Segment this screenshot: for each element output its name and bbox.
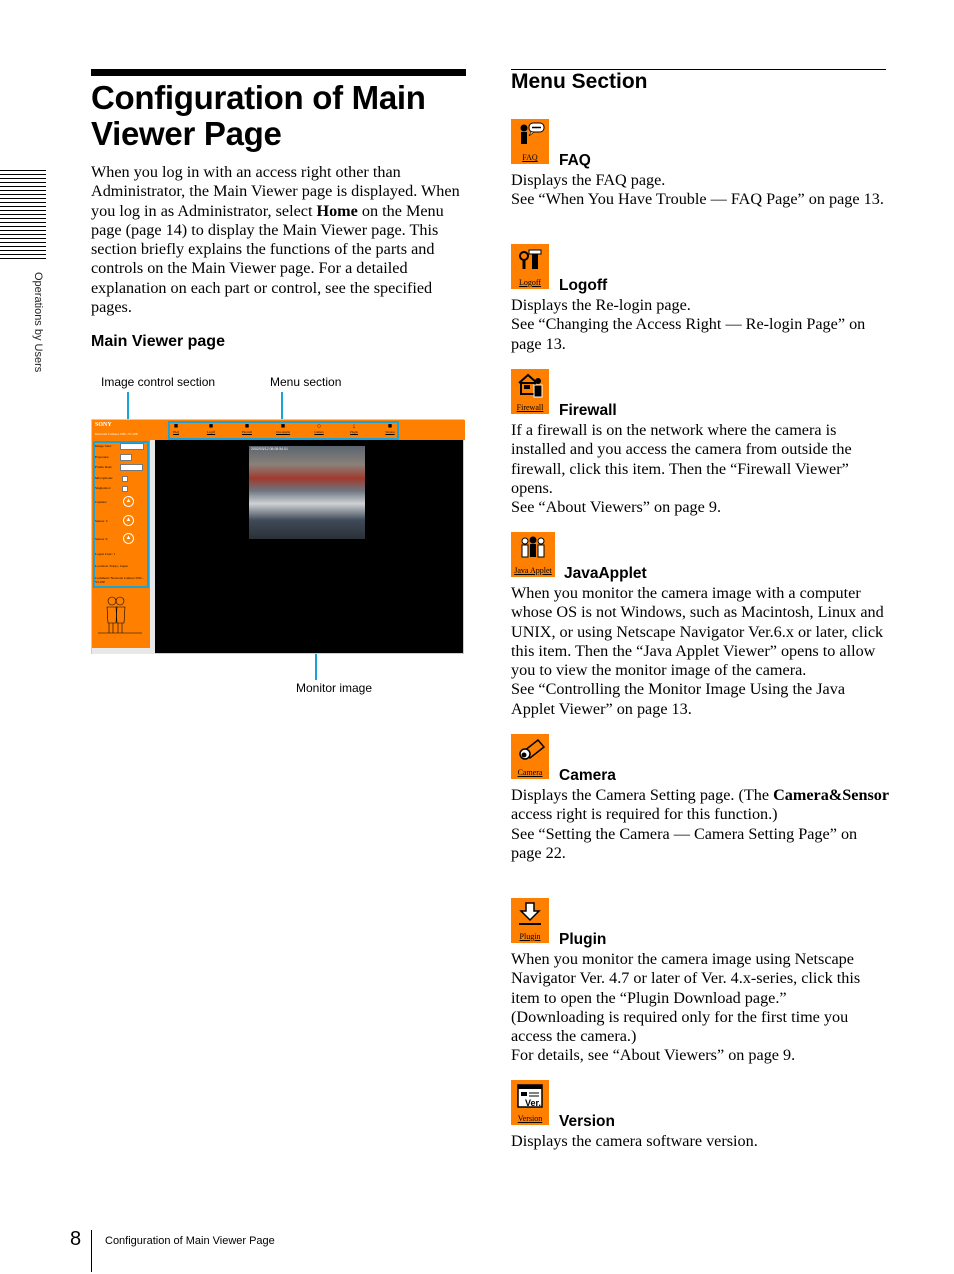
footer-rule bbox=[91, 1230, 92, 1272]
callout-line-menu bbox=[281, 392, 283, 421]
logoff-icon: Logoff bbox=[511, 244, 549, 289]
plugin-icon-label: Plugin bbox=[519, 932, 541, 941]
camera-icon: Camera bbox=[511, 734, 549, 779]
callout-image-control: Image control section bbox=[101, 375, 216, 389]
comment-text: Comment: Network Camera SNC-VL10P bbox=[95, 576, 144, 584]
version-icon: Ver. Version bbox=[511, 1080, 549, 1125]
control-singleshot-checkbox bbox=[122, 486, 128, 492]
java-applet-icon: Java Applet bbox=[511, 532, 555, 577]
mini-menu-camera: ○ Camera bbox=[314, 422, 324, 434]
page-title: Configuration of Main Viewer Page bbox=[91, 79, 426, 152]
faq-icon-label: FAQ bbox=[522, 153, 538, 162]
mini-menu-java-applet: ■ Java Applet bbox=[276, 422, 291, 434]
logoff-description: Displays the Re-login page. See “Changin… bbox=[511, 296, 866, 353]
running-footer-title: Configuration of Main Viewer Page bbox=[105, 1235, 275, 1247]
capture-button-icon: ▲ bbox=[123, 496, 134, 507]
location-text: Location: Tokyo, Japan bbox=[95, 564, 128, 568]
mini-menu-logoff: ■ Logoff bbox=[206, 422, 216, 434]
figure-horizontal-scrollbar bbox=[92, 648, 155, 654]
mini-menu-version: ■ Version bbox=[385, 422, 395, 434]
firewall-icon-label: Firewall bbox=[516, 403, 544, 412]
callout-line-image-control bbox=[127, 392, 129, 421]
plugin-description: When you monitor the camera image using … bbox=[511, 950, 861, 1065]
section-tab-bars bbox=[0, 170, 46, 260]
logon-user-text: Logon User: 1 bbox=[95, 552, 116, 556]
version-icon-label: Version bbox=[517, 1114, 543, 1123]
people-illustration-icon bbox=[98, 596, 142, 634]
subheading-main-viewer: Main Viewer page bbox=[91, 333, 225, 350]
sensor1-bell-icon: ▲ bbox=[123, 515, 134, 526]
control-capture-label: Capture: bbox=[95, 500, 108, 504]
control-image-size-select bbox=[120, 443, 144, 450]
intro-paragraph: When you log in with an access right oth… bbox=[91, 163, 471, 317]
version-heading: Version bbox=[559, 1113, 615, 1130]
faq-description: Displays the FAQ page. See “When You Hav… bbox=[511, 171, 884, 209]
callout-menu: Menu section bbox=[270, 375, 342, 389]
control-exposure-label: Exposure: bbox=[95, 455, 110, 459]
monitor-timestamp: 2002/03/12 08:08:54.01 bbox=[251, 447, 288, 451]
control-sensor1-label: Sensor 1: bbox=[95, 519, 109, 523]
camera-model: Network Camera SNC-VL10P bbox=[95, 432, 138, 436]
control-microphone-label: Microphone: bbox=[95, 476, 114, 480]
logoff-heading: Logoff bbox=[559, 277, 608, 294]
plugin-heading: Plugin bbox=[559, 931, 607, 948]
firewall-icon: Firewall bbox=[511, 369, 549, 414]
section-tab-label: Operations by Users bbox=[32, 272, 44, 373]
control-singleshot-label: Singleshot: bbox=[95, 486, 111, 490]
camera-desc-text-2: access right is required for this functi… bbox=[511, 805, 858, 862]
version-description: Displays the camera software version. bbox=[511, 1132, 758, 1150]
callout-monitor: Monitor image bbox=[296, 681, 373, 695]
sony-logo: SONY bbox=[95, 422, 112, 428]
control-frame-rate-select bbox=[120, 464, 143, 471]
camera-desc-text-1: Displays the Camera Setting page. (The bbox=[511, 786, 774, 804]
control-sensor2-label: Sensor 2: bbox=[95, 537, 109, 541]
control-exposure-select bbox=[120, 454, 132, 461]
mini-menu-faq: ■ FAQ bbox=[173, 422, 179, 434]
faq-icon: FAQ bbox=[511, 119, 549, 164]
camera-description: Displays the Camera Setting page. (The C… bbox=[511, 786, 891, 863]
main-viewer-screenshot: SONY Network Camera SNC-VL10P Image Size… bbox=[91, 419, 465, 654]
control-microphone-checkbox bbox=[122, 476, 128, 482]
title-rule bbox=[91, 69, 466, 76]
control-image-size-label: Image Size: bbox=[95, 444, 112, 448]
sensor2-bell-icon: ▲ bbox=[123, 533, 134, 544]
mini-menu-plugin: ↓ Plugin bbox=[350, 422, 358, 434]
camera-heading: Camera bbox=[559, 767, 616, 784]
page-number: 8 bbox=[70, 1228, 82, 1250]
menu-section-title: Menu Section bbox=[511, 70, 648, 93]
plugin-icon: Plugin bbox=[511, 898, 549, 943]
firewall-heading: Firewall bbox=[559, 402, 617, 419]
intro-bold-home: Home bbox=[316, 201, 358, 220]
svg-text:Ver.: Ver. bbox=[525, 1098, 541, 1108]
faq-heading: FAQ bbox=[559, 152, 591, 169]
java-applet-description: When you monitor the camera image with a… bbox=[511, 584, 884, 718]
java-applet-heading: JavaApplet bbox=[564, 565, 647, 582]
firewall-description: If a firewall is on the network where th… bbox=[511, 421, 852, 517]
control-frame-rate-label: Frame Rate: bbox=[95, 465, 113, 469]
monitor-image: 2002/03/12 08:08:54.01 bbox=[249, 446, 365, 539]
java-applet-icon-label: Java Applet bbox=[514, 566, 552, 575]
logoff-icon-label: Logoff bbox=[518, 278, 542, 287]
figure-vertical-scrollbar bbox=[150, 440, 155, 648]
mini-menu-firewall: ■ Firewall bbox=[242, 422, 252, 434]
camera-desc-bold: Camera&Sensor bbox=[773, 786, 890, 804]
camera-icon-label: Camera bbox=[517, 768, 543, 777]
